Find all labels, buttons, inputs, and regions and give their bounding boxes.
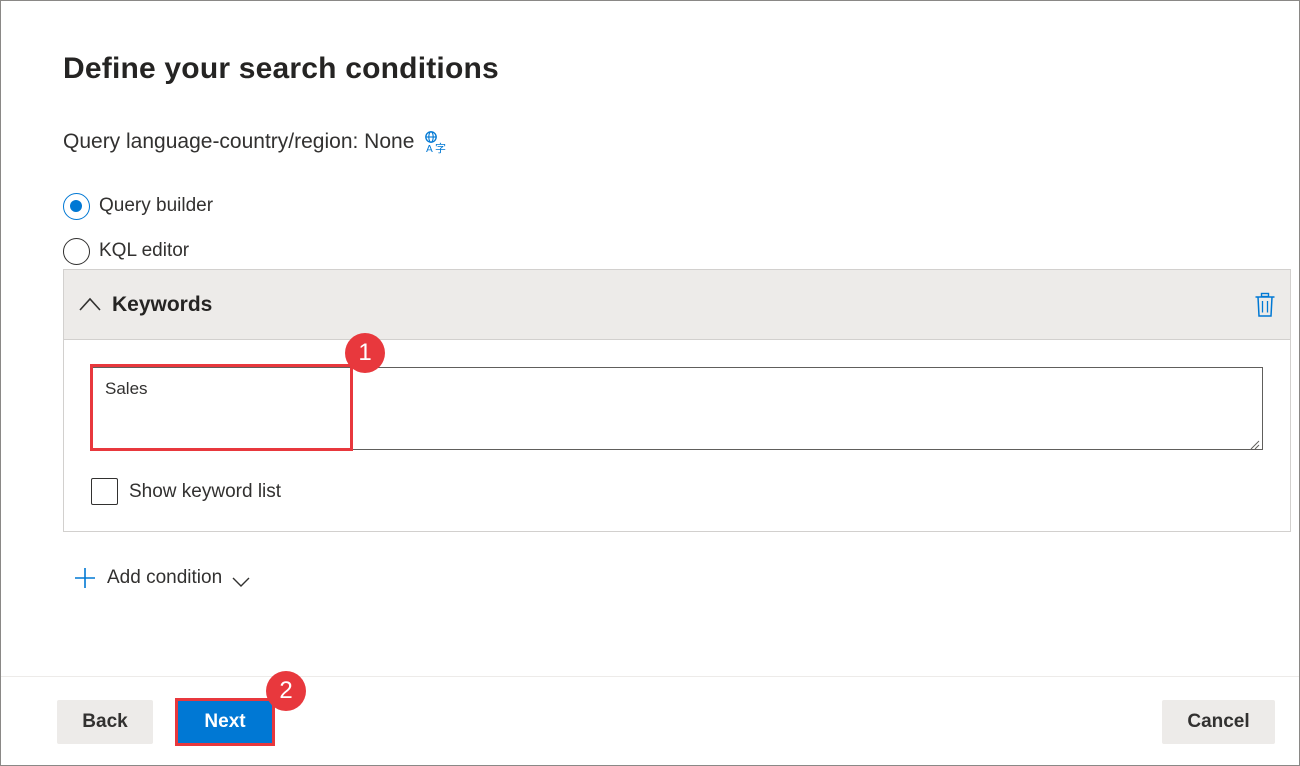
plus-icon <box>74 567 96 589</box>
radio-button-unchecked[interactable] <box>63 237 90 265</box>
svg-text:A: A <box>426 144 433 154</box>
page-title: Define your search conditions <box>63 52 499 85</box>
cancel-button[interactable]: Cancel <box>1162 700 1275 744</box>
chevron-down-icon <box>232 572 250 587</box>
resize-handle-icon[interactable] <box>1250 437 1260 450</box>
annotation-badge-2: 2 <box>266 671 306 711</box>
add-condition-label: Add condition <box>107 567 223 588</box>
show-keyword-list-checkbox[interactable] <box>91 478 118 505</box>
annotation-highlight-keywords <box>90 364 353 451</box>
chevron-up-icon[interactable] <box>78 294 102 314</box>
radio-label-query-builder: Query builder <box>99 195 214 216</box>
add-condition-button[interactable]: Add condition <box>74 564 250 592</box>
back-button[interactable]: Back <box>57 700 153 744</box>
trash-icon[interactable] <box>1254 292 1276 318</box>
radio-query-builder[interactable]: Query builder <box>63 192 213 220</box>
show-keyword-list-label: Show keyword list <box>129 480 282 502</box>
translate-icon[interactable]: A 字 <box>424 130 448 155</box>
keywords-panel-title: Keywords <box>112 293 213 316</box>
radio-button-checked[interactable] <box>63 192 90 220</box>
query-language-row: Query language-country/region: None A 字 <box>63 128 448 156</box>
annotation-badge-1: 1 <box>345 333 385 373</box>
radio-label-kql-editor: KQL editor <box>99 240 190 261</box>
annotation-highlight-next <box>175 698 275 746</box>
query-language-label: Query language-country/region: None <box>63 130 415 153</box>
show-keyword-list-row[interactable]: Show keyword list <box>91 478 281 505</box>
svg-text:字: 字 <box>435 141 446 154</box>
radio-kql-editor[interactable]: KQL editor <box>63 237 189 265</box>
keywords-panel-header[interactable]: Keywords <box>64 270 1290 340</box>
footer-divider <box>1 676 1299 677</box>
